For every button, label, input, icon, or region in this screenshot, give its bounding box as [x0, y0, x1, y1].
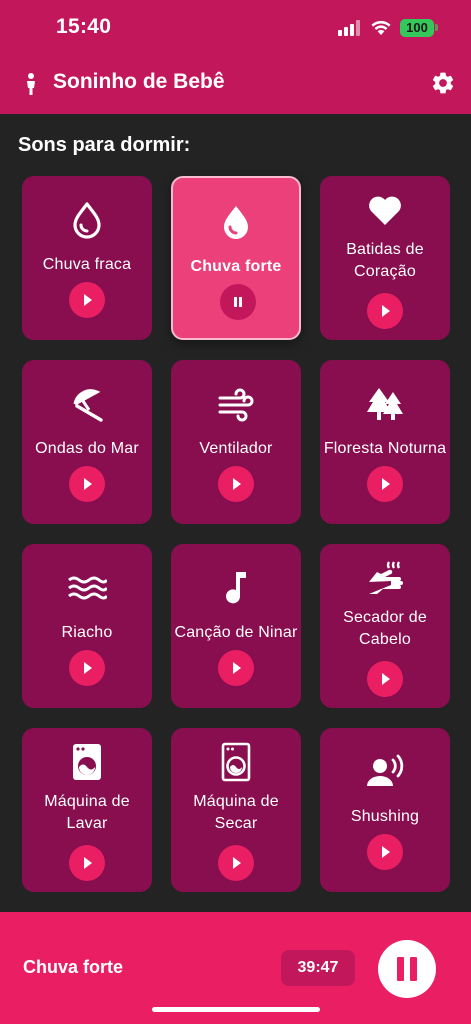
sound-card-batidas-de-coracao[interactable]: Batidas de Coração — [320, 176, 450, 340]
sound-card-floresta-noturna[interactable]: Floresta Noturna — [320, 360, 450, 524]
sound-label: Máquina de Secar — [193, 793, 279, 832]
beach-umbrella-icon — [67, 384, 107, 424]
play-icon — [84, 857, 92, 869]
sound-card-maquina-de-lavar[interactable]: Máquina de Lavar — [22, 728, 152, 892]
play-button[interactable] — [69, 282, 105, 318]
pause-icon — [234, 297, 242, 307]
status-time: 15:40 — [56, 15, 112, 38]
battery-nub — [435, 24, 438, 31]
play-icon — [382, 478, 390, 490]
play-button[interactable] — [69, 650, 105, 686]
play-icon — [382, 305, 390, 317]
play-icon — [233, 662, 241, 674]
top-bar: 15:40 100 Soninho de Bebê — [0, 0, 471, 114]
app-title: Soninho de Bebê — [53, 70, 225, 93]
sound-card-shushing[interactable]: Shushing — [320, 728, 450, 892]
play-button[interactable] — [69, 845, 105, 881]
washing-machine-icon — [67, 742, 107, 782]
now-playing-bar: Chuva forte 39:47 — [0, 912, 471, 1024]
sound-card-chuva-fraca[interactable]: Chuva fraca — [22, 176, 152, 340]
sound-card-chuva-forte[interactable]: Chuva forte — [171, 176, 301, 340]
sound-card-ventilador[interactable]: Ventilador — [171, 360, 301, 524]
sound-label: Riacho — [61, 624, 113, 641]
music-note-icon — [216, 568, 256, 608]
play-button[interactable] — [367, 834, 403, 870]
sound-label: Ondas do Mar — [35, 440, 139, 457]
sound-card-secador-de-cabelo[interactable]: Secador de Cabelo — [320, 544, 450, 708]
sound-label: Secador de Cabelo — [343, 609, 427, 648]
play-button[interactable] — [218, 466, 254, 502]
play-icon — [84, 662, 92, 674]
sound-label: Ventilador — [199, 440, 273, 457]
dryer-hand-icon — [365, 558, 405, 598]
main-pause-button[interactable] — [378, 940, 436, 998]
sound-label: Chuva fraca — [42, 256, 132, 273]
section-title: Sons para dormir: — [18, 134, 191, 156]
sleep-timer[interactable]: 39:47 — [281, 950, 355, 986]
forest-icon — [365, 384, 405, 424]
heart-icon — [365, 190, 405, 230]
cellular-signal-icon — [338, 20, 360, 36]
person-voice-icon — [365, 752, 405, 792]
play-icon — [233, 857, 241, 869]
water-drop-filled-icon — [216, 202, 256, 242]
play-button[interactable] — [367, 293, 403, 329]
sound-label: Chuva forte — [190, 258, 282, 275]
sound-card-ondas-do-mar[interactable]: Ondas do Mar — [22, 360, 152, 524]
wind-icon — [216, 384, 256, 424]
sound-card-cancao-de-ninar[interactable]: Canção de Ninar — [171, 544, 301, 708]
home-indicator — [152, 1007, 320, 1012]
battery-indicator: 100 — [400, 19, 434, 37]
play-icon — [84, 294, 92, 306]
play-icon — [233, 478, 241, 490]
play-button[interactable] — [69, 466, 105, 502]
play-icon — [84, 478, 92, 490]
play-button[interactable] — [367, 466, 403, 502]
baby-icon — [27, 73, 35, 95]
play-icon — [382, 846, 390, 858]
dryer-machine-icon — [216, 742, 256, 782]
sound-label: Canção de Ninar — [174, 624, 298, 641]
sound-label: Floresta Noturna — [323, 440, 447, 457]
sound-label: Batidas de Coração — [346, 241, 424, 280]
pause-icon-bar — [410, 957, 417, 981]
wifi-icon — [371, 20, 391, 35]
sound-card-maquina-de-secar[interactable]: Máquina de Secar — [171, 728, 301, 892]
play-button[interactable] — [367, 661, 403, 697]
play-button[interactable] — [218, 650, 254, 686]
pause-button[interactable] — [220, 284, 256, 320]
waves-icon — [67, 568, 109, 608]
play-button[interactable] — [218, 845, 254, 881]
water-drop-outline-icon — [67, 200, 107, 240]
sound-label: Shushing — [350, 808, 420, 825]
sound-card-riacho[interactable]: Riacho — [22, 544, 152, 708]
now-playing-title: Chuva forte — [23, 957, 124, 977]
gear-icon[interactable] — [430, 70, 456, 96]
sound-label: Máquina de Lavar — [44, 793, 130, 832]
status-bar: 15:40 100 — [0, 0, 471, 58]
pause-icon — [397, 957, 404, 981]
play-icon — [382, 673, 390, 685]
